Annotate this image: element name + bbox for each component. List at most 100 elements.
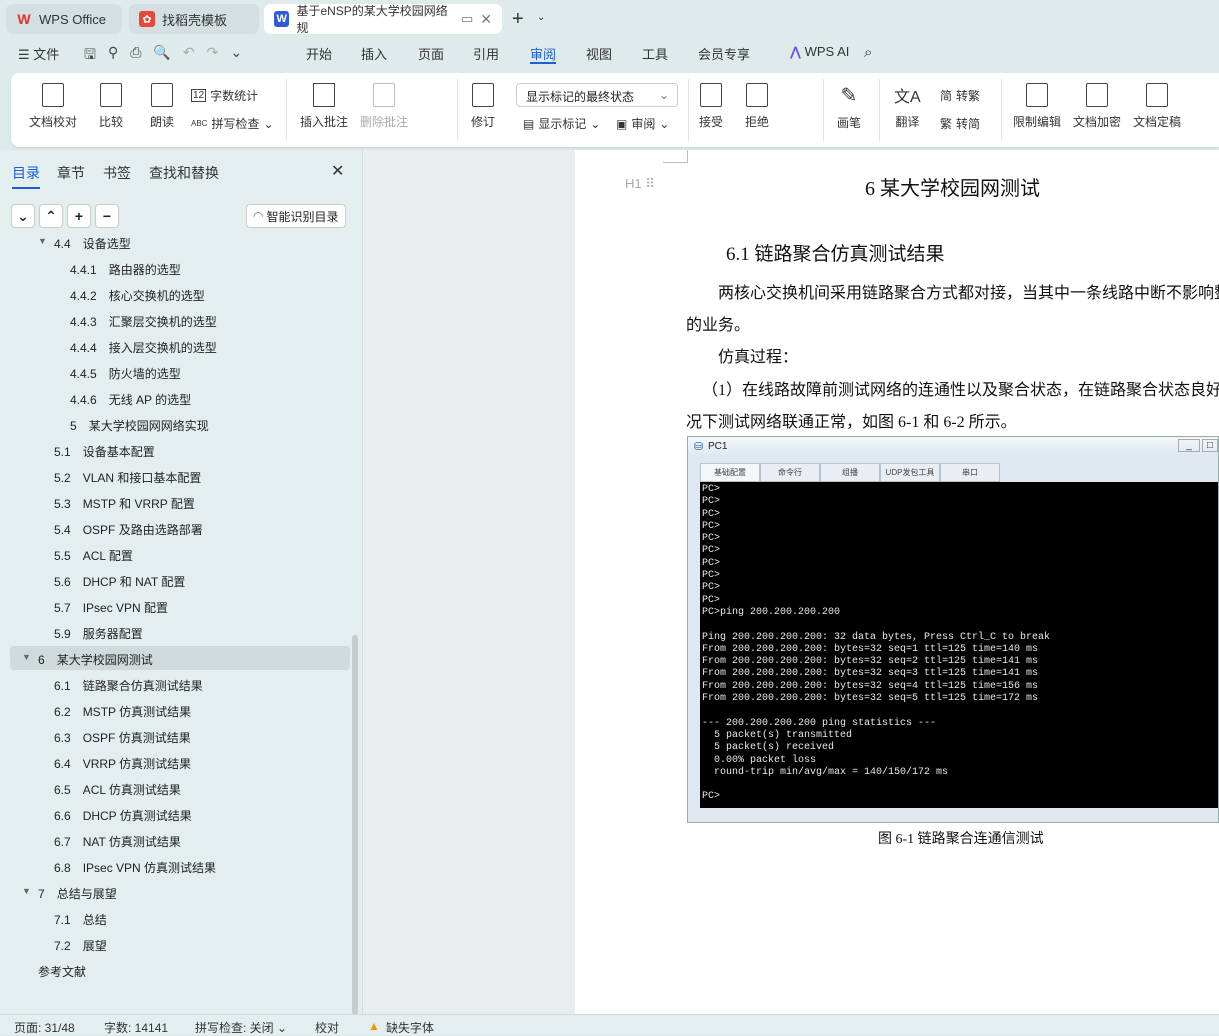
toc-item[interactable]: 5.4 OSPF 及路由选路部署 — [10, 516, 350, 540]
page-indicator[interactable]: 页面: 31/48 — [14, 1019, 75, 1036]
to-traditional-button[interactable]: 简转繁 — [940, 87, 980, 104]
tab-templates[interactable]: ✿ 找稻壳模板 — [129, 4, 259, 34]
expand-triangle-icon[interactable]: ▼ — [38, 238, 47, 246]
encrypt-button[interactable]: 文档加密 — [1073, 83, 1121, 130]
to-simplified-button[interactable]: 繁转简 — [940, 115, 980, 132]
collapse-all-button[interactable]: ⌄ — [11, 204, 35, 228]
search-icon[interactable]: ⌕ — [864, 44, 872, 64]
menu-view[interactable]: 视图 — [586, 44, 612, 64]
toc-item[interactable]: 6.3 OSPF 仿真测试结果 — [10, 724, 350, 748]
toc-item[interactable]: 6.7 NAT 仿真测试结果 — [10, 828, 350, 852]
toc-item[interactable]: ▼ 4.4 设备选型 — [10, 238, 350, 254]
heading-drag-handle-icon[interactable]: H1 ⠿ — [625, 176, 655, 192]
translate-button[interactable]: 文A 翻译 — [894, 83, 921, 130]
menu-home[interactable]: 开始 — [306, 44, 332, 64]
toc-item[interactable]: 4.4.2 核心交换机的选型 — [10, 282, 350, 306]
close-pane-icon[interactable]: ✕ — [331, 161, 344, 181]
file-menu[interactable]: ☰ 文件 — [18, 44, 59, 64]
toc-scrollbar[interactable] — [352, 635, 358, 1015]
compare-button[interactable]: 比较 — [99, 83, 123, 130]
toc-number: 4.4.5 — [70, 367, 97, 381]
track-changes-button[interactable]: 修订 — [471, 83, 495, 130]
expand-triangle-icon[interactable]: ▼ — [22, 886, 31, 896]
reject-button[interactable]: 拒绝 — [745, 83, 769, 130]
toc-item[interactable]: 参考文献 — [10, 958, 350, 982]
toc-item[interactable]: ▼ 7 总结与展望 — [10, 880, 350, 904]
proofread-status[interactable]: 校对 — [315, 1019, 339, 1036]
menu-page[interactable]: 页面 — [418, 44, 444, 64]
toc-item[interactable]: 4.4.6 无线 AP 的选型 — [10, 386, 350, 410]
show-markup-button[interactable]: ▤ 显示标记 ⌄ — [523, 115, 600, 132]
toc-number: 7.1 — [54, 913, 71, 927]
demote-button[interactable]: − — [95, 204, 119, 228]
more-chevron-icon[interactable]: ⌄ — [230, 44, 242, 68]
undo-icon[interactable]: ↶ — [183, 44, 195, 68]
tab-document[interactable]: W 基于eNSP的某大学校园网络规 ▭ ✕ — [264, 4, 502, 35]
label: 删除批注 — [360, 115, 409, 129]
toc-item[interactable]: 7.2 展望 — [10, 932, 350, 956]
finalize-button[interactable]: 文档定稿 — [1133, 83, 1181, 130]
toc-item[interactable]: 5.2 VLAN 和接口基本配置 — [10, 464, 350, 488]
read-aloud-button[interactable]: 朗读 — [150, 83, 174, 130]
tab-find-replace[interactable]: 查找和替换 — [149, 163, 219, 183]
format-painter-icon[interactable]: ⚲ — [108, 44, 118, 68]
markup-state-select[interactable]: 显示标记的最终状态 ⌄ — [516, 83, 678, 107]
toc-item[interactable]: 6.8 IPsec VPN 仿真测试结果 — [10, 854, 350, 878]
accept-button[interactable]: 接受 — [699, 83, 723, 130]
tab-sections[interactable]: 章节 — [57, 163, 85, 183]
save-icon[interactable]: 🖫 — [84, 44, 96, 68]
menu-tools[interactable]: 工具 — [642, 44, 668, 64]
toc-item[interactable]: 4.4.5 防火墙的选型 — [10, 360, 350, 384]
delete-comment-button[interactable]: 删除批注 — [360, 83, 408, 130]
toc-item[interactable]: 4.4.3 汇聚层交换机的选型 — [10, 308, 350, 332]
toc-item[interactable]: 6.2 MSTP 仿真测试结果 — [10, 698, 350, 722]
expand-up-button[interactable]: ⌃ — [39, 204, 63, 228]
insert-comment-button[interactable]: 插入批注 — [300, 83, 348, 130]
word-count[interactable]: 字数: 14141 — [104, 1019, 168, 1036]
menu-review[interactable]: 审阅 — [530, 44, 557, 64]
toc-item[interactable]: 5.9 服务器配置 — [10, 620, 350, 644]
tab-list-chevron-icon[interactable]: ⌄ — [537, 12, 545, 23]
toc-item[interactable]: 6.4 VRRP 仿真测试结果 — [10, 750, 350, 774]
toc-item[interactable]: 6.6 DHCP 仿真测试结果 — [10, 802, 350, 826]
toc-label: ACL 仿真测试结果 — [82, 783, 181, 797]
word-count-button[interactable]: 12 字数统计 — [191, 87, 258, 104]
smart-toc-button[interactable]: ◠ 智能识别目录 — [246, 204, 346, 228]
wps-ai-button[interactable]: ⋀ WPS AI — [790, 44, 849, 64]
accept-icon — [700, 83, 722, 107]
toc-item[interactable]: 5.5 ACL 配置 — [10, 542, 350, 566]
missing-font-button[interactable]: 缺失字体 — [386, 1019, 434, 1036]
tab-toc[interactable]: 目录 — [12, 163, 40, 189]
toc-item[interactable]: 6.1 链路聚合仿真测试结果 — [10, 672, 350, 696]
spell-check-button[interactable]: ABC 拼写检查 ⌄ — [191, 115, 274, 132]
menu-references[interactable]: 引用 — [473, 44, 499, 64]
spell-check-status[interactable]: 拼写检查: 关闭 ⌄ — [195, 1019, 287, 1036]
tab-wps-office[interactable]: W WPS Office — [6, 4, 122, 34]
print-preview-icon[interactable]: 🔍 — [153, 44, 170, 68]
toc-item[interactable]: 4.4.1 路由器的选型 — [10, 256, 350, 280]
toc-item[interactable]: 4.4.4 接入层交换机的选型 — [10, 334, 350, 358]
proofread-button[interactable]: 文档校对 — [29, 83, 77, 130]
expand-triangle-icon[interactable]: ▼ — [22, 652, 31, 662]
new-tab-button[interactable]: + — [512, 8, 524, 31]
toc-item[interactable]: 6.5 ACL 仿真测试结果 — [10, 776, 350, 800]
promote-button[interactable]: + — [67, 204, 91, 228]
redo-icon[interactable]: ↷ — [207, 44, 219, 68]
print-icon[interactable]: ⎙ — [130, 44, 141, 68]
tab-bookmarks[interactable]: 书签 — [103, 163, 131, 183]
toc-item[interactable]: 5.7 IPsec VPN 配置 — [10, 594, 350, 618]
toc-item[interactable]: 5.6 DHCP 和 NAT 配置 — [10, 568, 350, 592]
toc-item[interactable]: 5.1 设备基本配置 — [10, 438, 350, 462]
close-tab-icon[interactable]: ✕ — [480, 11, 492, 28]
menu-member[interactable]: 会员专享 — [698, 44, 750, 64]
pen-button[interactable]: ✎ 画笔 — [837, 83, 861, 131]
toc-item[interactable]: 5 某大学校园网网络实现 — [10, 412, 350, 436]
restrict-edit-button[interactable]: 限制编辑 — [1013, 83, 1061, 130]
toc-item[interactable]: 5.3 MSTP 和 VRRP 配置 — [10, 490, 350, 514]
review-pane-button[interactable]: ▣ 审阅 ⌄ — [616, 115, 669, 132]
toc-item[interactable]: ▼ 6 某大学校园网测试 — [10, 646, 350, 670]
toc-item[interactable]: 7.1 总结 — [10, 906, 350, 930]
toc-number: 6.4 — [54, 757, 71, 771]
menu-insert[interactable]: 插入 — [361, 44, 387, 64]
minimize-icon: _ — [1178, 439, 1200, 452]
